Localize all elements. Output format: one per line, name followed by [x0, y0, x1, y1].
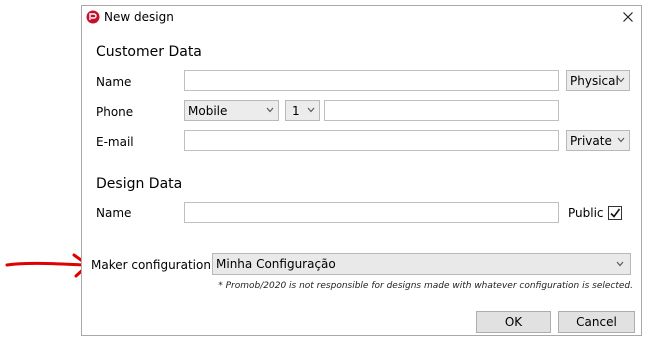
- design-name-label: Name: [96, 206, 132, 220]
- customer-name-input[interactable]: [184, 70, 559, 91]
- window-title: New design: [104, 10, 174, 24]
- chevron-down-icon: [266, 107, 274, 113]
- chevron-down-icon: [616, 261, 624, 267]
- title-bar: New design: [82, 6, 641, 30]
- app-logo-icon: [86, 10, 100, 24]
- customer-type-value: Physical: [570, 73, 619, 88]
- public-label: Public: [568, 206, 604, 220]
- phone-index-select[interactable]: 1: [285, 100, 320, 121]
- close-icon: [623, 12, 633, 22]
- maker-configuration-label: Maker configuration *: [91, 258, 221, 272]
- phone-index-value: 1: [292, 103, 300, 118]
- chevron-down-icon: [617, 77, 625, 83]
- public-checkbox[interactable]: [608, 206, 622, 220]
- responsibility-note: * Promob/2020 is not responsible for des…: [218, 281, 633, 291]
- chevron-down-icon: [617, 137, 625, 143]
- maker-configuration-value: Minha Configuração: [216, 257, 336, 271]
- close-button[interactable]: [615, 6, 641, 30]
- phone-number-input[interactable]: [324, 100, 559, 121]
- phone-type-value: Mobile: [188, 103, 228, 118]
- customer-name-label: Name: [96, 75, 132, 89]
- email-type-select[interactable]: Private: [566, 130, 630, 151]
- ok-button[interactable]: OK: [476, 311, 551, 333]
- email-input[interactable]: [184, 130, 559, 151]
- customer-type-select[interactable]: Physical: [566, 70, 630, 91]
- checkmark-icon: [610, 208, 621, 218]
- maker-configuration-select[interactable]: Minha Configuração: [212, 253, 631, 275]
- email-type-value: Private: [570, 133, 612, 148]
- email-label: E-mail: [96, 135, 134, 149]
- cancel-button[interactable]: Cancel: [558, 311, 635, 333]
- phone-label: Phone: [96, 105, 134, 119]
- customer-data-heading: Customer Data: [96, 44, 202, 60]
- new-design-dialog: New design Customer Data Name Physical P…: [81, 5, 642, 336]
- design-data-heading: Design Data: [96, 176, 183, 192]
- chevron-down-icon: [307, 107, 315, 113]
- design-name-input[interactable]: [184, 202, 559, 223]
- phone-type-select[interactable]: Mobile: [184, 100, 279, 121]
